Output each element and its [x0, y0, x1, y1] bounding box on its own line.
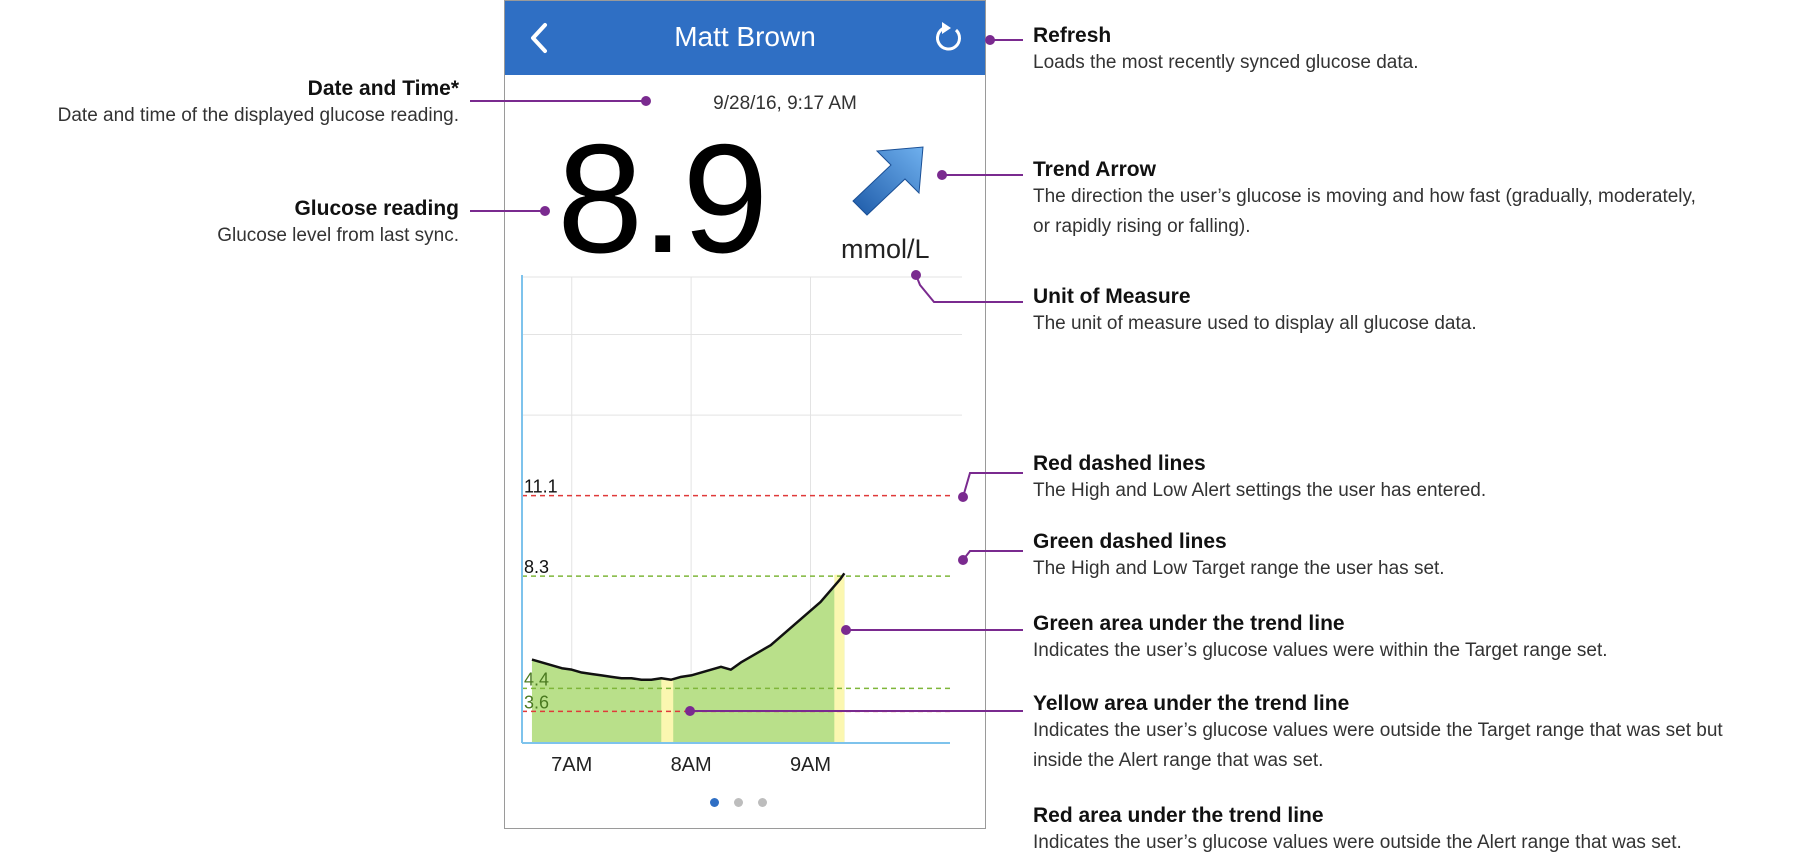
- reference-line-label: 8.3: [524, 557, 549, 577]
- reference-line-label: 3.6: [524, 692, 549, 712]
- annotation-description: Indicates the user’s glucose values were…: [1033, 720, 1723, 741]
- annotation-description: Indicates the user’s glucose values were…: [1033, 832, 1682, 853]
- chart-svg: 11.1 8.3 4.4 3.6 7AM 8AM 9AM: [521, 275, 962, 776]
- annotation-title: Unit of Measure: [1033, 285, 1191, 308]
- reference-line-label: 4.4: [524, 669, 549, 689]
- app-header: Matt Brown: [505, 1, 985, 75]
- annotation-unit: Unit of Measure The unit of measure used…: [1033, 285, 1477, 339]
- unit-of-measure: mmol/L: [841, 234, 930, 264]
- annotation-description: Loads the most recently synced glucose d…: [1033, 52, 1419, 73]
- x-tick-label: 9AM: [790, 754, 831, 775]
- annotation-description: The High and Low Alert settings the user…: [1033, 480, 1487, 501]
- annotation-title: Glucose reading: [294, 197, 459, 220]
- annotation-red-area: Red area under the trend line Indicates …: [1033, 804, 1682, 858]
- annotation-title: Yellow area under the trend line: [1033, 692, 1350, 715]
- page-dot[interactable]: [758, 798, 767, 807]
- patient-name-title: Matt Brown: [674, 21, 816, 52]
- refresh-button[interactable]: [927, 13, 971, 63]
- page-dot[interactable]: [734, 798, 743, 807]
- annotation-red-dashed-lines: Red dashed lines The High and Low Alert …: [1033, 452, 1486, 506]
- annotation-refresh: Refresh Loads the most recently synced g…: [1033, 24, 1419, 78]
- annotation-glucose-reading: Glucose reading Glucose level from last …: [217, 197, 459, 251]
- annotation-description: The High and Low Target range the user h…: [1033, 558, 1445, 579]
- annotation-green-area: Green area under the trend line Indicate…: [1033, 612, 1608, 666]
- x-tick-label: 8AM: [671, 754, 712, 775]
- annotation-description: The direction the user’s glucose is movi…: [1033, 186, 1696, 207]
- annotation-title: Date and Time*: [307, 77, 459, 100]
- outside-target-area: [834, 574, 845, 743]
- annotation-title: Green area under the trend line: [1033, 612, 1345, 635]
- refresh-icon: [936, 22, 961, 51]
- annotation-description: or rapidly rising or falling).: [1033, 216, 1251, 237]
- leader-refresh-dot: [985, 35, 995, 45]
- annotation-description: Indicates the user’s glucose values were…: [1033, 640, 1608, 661]
- in-target-area: [531, 573, 845, 743]
- annotation-title: Green dashed lines: [1033, 530, 1227, 553]
- annotation-title: Trend Arrow: [1033, 158, 1156, 181]
- annotation-trend-arrow: Trend Arrow The direction the user’s glu…: [1033, 158, 1696, 242]
- page-dot-active[interactable]: [710, 798, 719, 807]
- annotation-yellow-area: Yellow area under the trend line Indicat…: [1033, 692, 1723, 776]
- annotation-green-dashed-lines: Green dashed lines The High and Low Targ…: [1033, 530, 1445, 584]
- annotation-datetime: Date and Time* Date and time of the disp…: [58, 77, 459, 131]
- annotation-description: Date and time of the displayed glucose r…: [57, 105, 459, 126]
- trend-arrow-up-right-icon: [845, 143, 929, 219]
- x-tick-label: 7AM: [551, 754, 592, 775]
- annotation-description: inside the Alert range that was set.: [1033, 750, 1324, 771]
- glucose-trend-chart: 11.1 8.3 4.4 3.6 7AM 8AM 9AM: [520, 275, 970, 776]
- glucose-reading: 8.9: [557, 112, 768, 285]
- annotation-title: Red area under the trend line: [1033, 804, 1324, 827]
- annotation-description: Glucose level from last sync.: [217, 225, 459, 246]
- phone-screen: Matt Brown 9/28/16, 9:17 AM 8.9 mmol/L 1…: [504, 0, 986, 829]
- annotation-description: The unit of measure used to display all …: [1033, 313, 1477, 334]
- reference-line-label: 11.1: [524, 477, 558, 497]
- annotation-title: Refresh: [1033, 24, 1112, 47]
- annotation-title: Red dashed lines: [1033, 452, 1206, 475]
